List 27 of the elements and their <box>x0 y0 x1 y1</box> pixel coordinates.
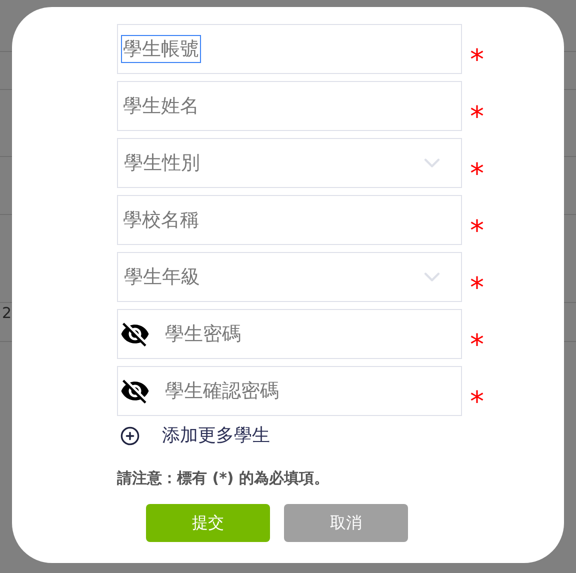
plus-circle-icon[interactable] <box>120 426 140 446</box>
required-mark: * <box>470 103 484 131</box>
select-field[interactable]: 學生性別 <box>117 138 462 188</box>
select-field[interactable]: 學生年級 <box>117 252 462 302</box>
add-more-link[interactable]: 添加更多學生 <box>162 422 270 449</box>
cancel-button[interactable]: 取消 <box>284 504 408 542</box>
placeholder-text: 學校名稱 <box>122 208 200 233</box>
required-mark: * <box>470 160 484 188</box>
input-field[interactable]: 學生確認密碼 <box>117 366 462 416</box>
table-cell-text: 2 <box>1 302 12 324</box>
required-mark: * <box>470 217 484 245</box>
input-field[interactable]: 學生姓名 <box>117 81 462 131</box>
placeholder-text: 學生姓名 <box>122 94 200 119</box>
input-field[interactable]: 學校名稱 <box>117 195 462 245</box>
placeholder-text: 學生確認密碼 <box>164 379 280 404</box>
placeholder-text: 學生帳號 <box>122 36 200 62</box>
placeholder-text: 學生性別 <box>123 151 201 176</box>
required-note: 請注意：標有 (*) 的為必填項。 <box>117 468 330 489</box>
submit-button[interactable]: 提交 <box>146 504 270 542</box>
input-field[interactable]: 學生帳號 <box>117 24 462 74</box>
required-mark: * <box>470 331 484 359</box>
required-mark: * <box>470 46 484 74</box>
required-mark: * <box>470 388 484 416</box>
placeholder-text: 學生年級 <box>123 265 201 290</box>
input-field[interactable]: 學生密碼 <box>117 309 462 359</box>
required-mark: * <box>470 274 484 302</box>
placeholder-text: 學生密碼 <box>164 322 242 347</box>
